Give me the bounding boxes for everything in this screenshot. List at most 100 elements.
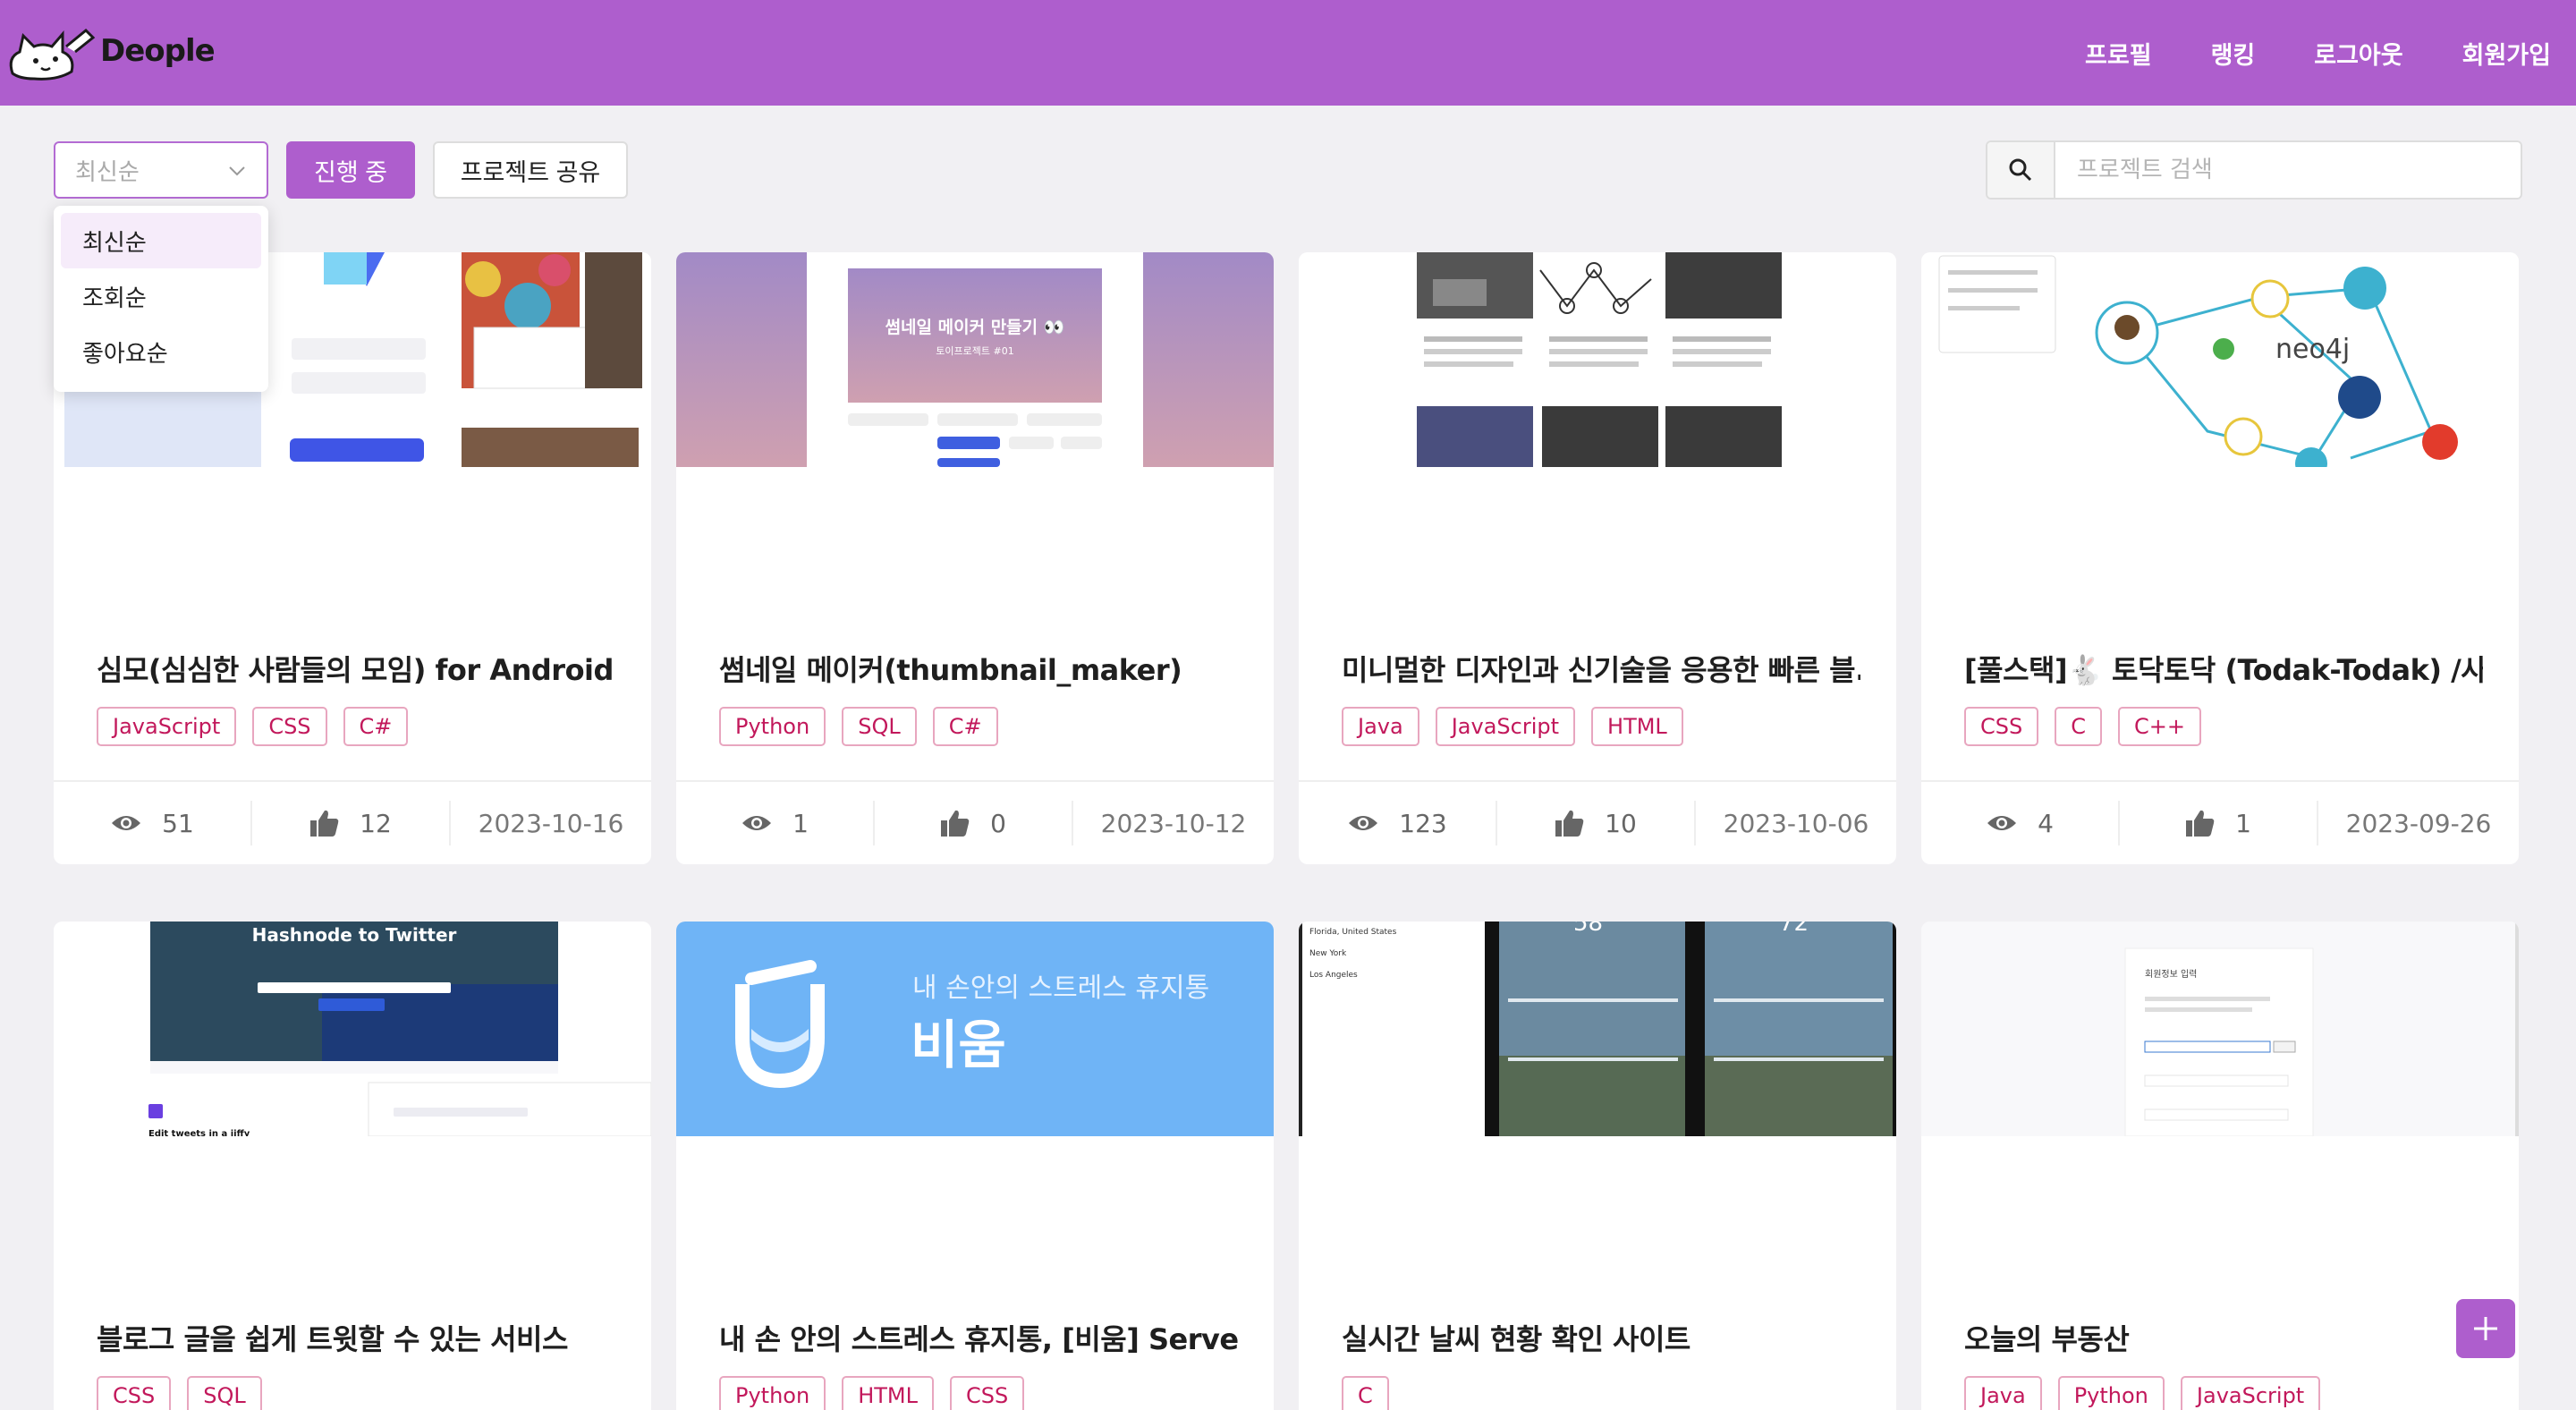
search-button[interactable] [1987, 142, 2055, 198]
project-thumbnail: Florida, United States New York Los Ange… [1299, 922, 1896, 1136]
view-count-value: 4 [2038, 808, 2054, 838]
cat-logo-icon [9, 28, 96, 81]
sort-option-latest[interactable]: 최신순 [61, 213, 261, 268]
plus-icon [2474, 1317, 2497, 1340]
project-title[interactable]: 실시간 날씨 현황 확인 사이트 [1342, 1317, 1860, 1358]
tag[interactable]: CSS [97, 1376, 172, 1410]
project-card[interactable]: Florida, United States New York Los Ange… [1299, 922, 1896, 1410]
thumbnail-image [1299, 252, 1896, 467]
tag[interactable]: C [2055, 707, 2102, 746]
thumbnail-image: neo4j [1921, 252, 2519, 467]
nav-profile-link[interactable]: 프로필 [2085, 36, 2152, 71]
tag[interactable]: SQL [187, 1376, 262, 1410]
tag-list: C [1342, 1376, 1389, 1410]
project-card[interactable]: neo4j [풀스택]🐇 토닥토닥 (Todak-Todak) /사... CS… [1921, 252, 2519, 864]
like-count-value: 1 [2235, 808, 2251, 838]
thumb-tagline: 내 손안의 스트레스 휴지통 [912, 973, 1209, 1004]
thumbnail-image: 내 손안의 스트레스 휴지통 비움 [676, 922, 1274, 1136]
nav-signup-link[interactable]: 회원가입 [2462, 36, 2551, 71]
project-title[interactable]: [풀스택]🐇 토닥토닥 (Todak-Todak) /사... [1964, 648, 2483, 689]
nav-ranking-link[interactable]: 랭킹 [2211, 36, 2256, 71]
thumbnail-image: 썸네일 메이커 만들기 👀 토이프로젝트 #01 [676, 252, 1274, 467]
tag[interactable]: Python [2057, 1376, 2165, 1410]
nav-logout-link[interactable]: 로그아웃 [2314, 36, 2402, 71]
tag[interactable]: HTML [842, 1376, 934, 1410]
top-navbar: Deople 프로필 랭킹 로그아웃 회원가입 [0, 0, 2576, 106]
project-thumbnail: 내 손안의 스트레스 휴지통 비움 [676, 922, 1274, 1136]
thumb-title: Hashnode to Twitter [252, 924, 457, 946]
created-date: 2023-10-06 [1723, 808, 1869, 838]
project-card[interactable]: 미니멀한 디자인과 신기술을 응용한 빠른 블... Java JavaScri… [1299, 252, 1896, 864]
eye-icon [1987, 816, 2017, 830]
sort-dropdown-menu: 최신순 조회순 좋아요순 [54, 206, 268, 392]
sort-select-value: 최신순 [75, 158, 140, 186]
view-count: 4 [1921, 801, 2120, 845]
eye-icon [112, 816, 141, 830]
tag[interactable]: C# [932, 707, 998, 746]
tag[interactable]: Python [719, 707, 826, 746]
like-count: 0 [875, 801, 1073, 845]
tag[interactable]: C++ [2118, 707, 2201, 746]
tag[interactable]: SQL [842, 707, 917, 746]
project-card[interactable]: 내 손안의 스트레스 휴지통 비움 내 손 안의 스트레스 휴지통, [비움] … [676, 922, 1274, 1410]
sort-option-views[interactable]: 조회순 [61, 268, 261, 324]
project-title[interactable]: 내 손 안의 스트레스 휴지통, [비움] Server... [719, 1317, 1238, 1358]
brand-logo[interactable]: Deople [4, 20, 216, 82]
tag[interactable]: Java [1964, 1376, 2042, 1410]
thumb-location: Los Angeles [1309, 971, 1358, 980]
card-stats: 123 10 2023-10-06 [1299, 780, 1896, 864]
like-count: 12 [252, 801, 451, 845]
thumbs-up-icon[interactable] [940, 809, 970, 837]
card-stats: 4 1 2023-09-26 [1921, 780, 2519, 864]
project-thumbnail: 썸네일 메이커 만들기 👀 토이프로젝트 #01 [676, 252, 1274, 467]
thumb-subtitle: Edit tweets in a jiffy [148, 1129, 250, 1136]
in-progress-button[interactable]: 진행 중 [286, 141, 415, 199]
eye-icon [1349, 816, 1378, 830]
share-project-button[interactable]: 프로젝트 공유 [433, 141, 628, 199]
project-card[interactable]: 썸네일 메이커 만들기 👀 토이프로젝트 #01 썸네일 메이커(thumbna… [676, 252, 1274, 864]
tag-list: Java Python JavaScript [1964, 1376, 2321, 1410]
like-count-value: 12 [360, 808, 392, 838]
tag[interactable]: CSS [1964, 707, 2039, 746]
tag[interactable]: HTML [1591, 707, 1683, 746]
tag[interactable]: JavaScript [1435, 707, 1576, 746]
thumbs-up-icon[interactable] [2185, 809, 2216, 837]
thumb-subtitle: 토이프로젝트 #01 [936, 345, 1013, 357]
like-count: 1 [2120, 801, 2318, 845]
thumbnail-image: Florida, United States New York Los Ange… [1299, 922, 1896, 1136]
thumb-neo4j: neo4j [2275, 334, 2350, 365]
sort-option-likes[interactable]: 좋아요순 [61, 324, 261, 379]
search-icon [2009, 158, 2032, 182]
search-input[interactable] [2057, 142, 2521, 198]
tag[interactable]: CSS [252, 707, 327, 746]
project-title[interactable]: 미니멀한 디자인과 신기술을 응용한 빠른 블... [1342, 648, 1860, 689]
tag[interactable]: Java [1342, 707, 1419, 746]
sort-select[interactable]: 최신순 [54, 141, 268, 199]
thumb-app-name: 비움 [911, 1015, 1006, 1075]
thumbnail-image: 회원정보 입력 [1921, 922, 2519, 1136]
tag-list: CSS C C++ [1964, 707, 2201, 746]
card-stats: 1 0 2023-10-12 [676, 780, 1274, 864]
thumbs-up-icon[interactable] [309, 809, 340, 837]
eye-icon [742, 816, 772, 830]
like-count-value: 0 [990, 808, 1006, 838]
project-title[interactable]: 오늘의 부동산 [1964, 1317, 2483, 1358]
project-thumbnail [1299, 252, 1896, 467]
add-project-button[interactable] [2456, 1299, 2515, 1358]
project-title[interactable]: 심모(심심한 사람들의 모임) for Android [97, 648, 615, 689]
project-card[interactable]: Hashnode to Twitter Edit tweets in a jif… [54, 922, 651, 1410]
tag[interactable]: C# [343, 707, 409, 746]
thumb-temperature: 58° [1573, 922, 1614, 937]
thumbs-up-icon[interactable] [1555, 809, 1585, 837]
view-count: 51 [54, 801, 252, 845]
tag[interactable]: C [1342, 1376, 1389, 1410]
tag[interactable]: JavaScript [97, 707, 237, 746]
tag[interactable]: JavaScript [2180, 1376, 2321, 1410]
project-title[interactable]: 썸네일 메이커(thumbnail_maker) [719, 648, 1238, 689]
project-title[interactable]: 블로그 글을 쉽게 트윗할 수 있는 서비스 [97, 1317, 615, 1358]
tag[interactable]: CSS [950, 1376, 1025, 1410]
thumbnail-image: Hashnode to Twitter Edit tweets in a jif… [54, 922, 651, 1136]
created-date: 2023-09-26 [2345, 808, 2492, 838]
project-card[interactable]: 회원정보 입력 오늘의 부동산 Java Python JavaScript [1921, 922, 2519, 1410]
tag[interactable]: Python [719, 1376, 826, 1410]
